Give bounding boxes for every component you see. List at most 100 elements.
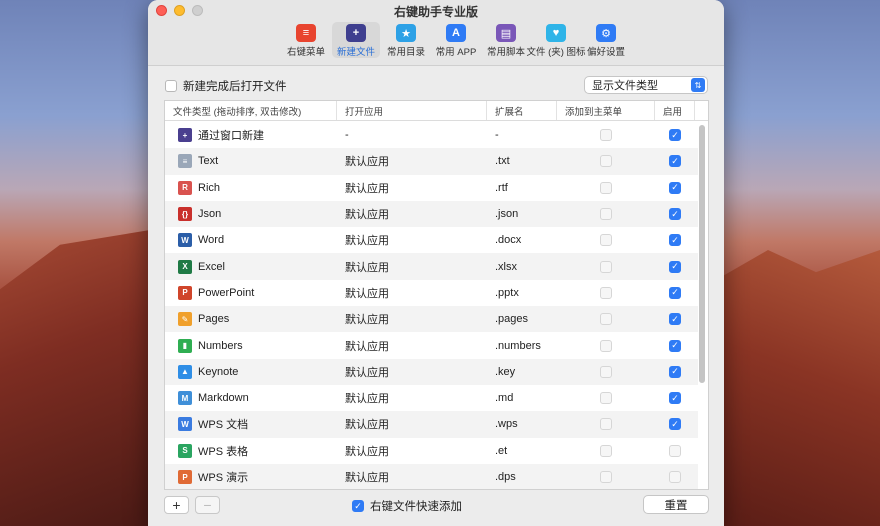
add-to-main-checkbox[interactable] [600, 234, 612, 247]
wps-slides-icon: P [178, 470, 192, 484]
table-row[interactable]: ✎ Pages 默认应用 .pages ✓ [165, 306, 698, 333]
file-type-name: Json [198, 208, 222, 221]
enabled-checkbox[interactable]: ✓ [669, 129, 681, 142]
enabled-checkbox[interactable]: ✓ [669, 392, 681, 405]
wps-doc-icon: W [178, 417, 192, 432]
enabled-checkbox[interactable]: ✓ [669, 208, 681, 221]
remove-button[interactable]: − [195, 496, 220, 514]
title-bar: 右键助手专业版 ≡ 右键菜单 + 新建文件 ★ 常用目录 A 常用 APP ▤ 常用脚本 ♥ 文件 (… [148, 0, 724, 66]
enabled-checkbox[interactable] [669, 444, 681, 457]
table-row[interactable]: {} Json 默认应用 .json ✓ [165, 200, 698, 228]
extension-cell: .pages [495, 313, 529, 326]
add-to-main-checkbox[interactable] [600, 155, 612, 168]
enabled-checkbox[interactable]: ✓ [669, 286, 681, 299]
enabled-checkbox[interactable] [669, 471, 681, 483]
enabled-checkbox[interactable]: ✓ [669, 181, 681, 194]
toolbar-tab-label: 右键菜单 [286, 47, 325, 58]
add-to-main-checkbox[interactable] [600, 181, 612, 194]
add-to-main-checkbox[interactable] [600, 471, 612, 483]
header-open-app[interactable]: 打开应用 [337, 101, 487, 120]
open-after-create-checkbox[interactable] [165, 80, 177, 92]
table-row[interactable]: P WPS 演示 默认应用 .dps [165, 463, 698, 489]
toolbar-tab-label: 常用脚本 [486, 47, 525, 58]
table-header: 文件类型 (拖动排序, 双击修改) 打开应用 扩展名 添加到主菜单 启用 [165, 101, 708, 121]
scrollbar-thumb[interactable] [699, 125, 705, 383]
toolbar-tab-1[interactable]: + 新建文件 [332, 22, 380, 58]
quick-add-label: 右键文件快速添加 [370, 501, 462, 513]
quick-add-option[interactable]: ✓ 右键文件快速添加 [352, 498, 462, 514]
extension-cell: .numbers [495, 339, 541, 352]
add-to-main-cell [557, 464, 655, 489]
window-title: 右键助手专业版 [393, 5, 478, 19]
add-to-main-cell [557, 332, 655, 358]
toolbar-tab-5[interactable]: ♥ 文件 (夹) 图标 [526, 22, 586, 58]
toolbar-tab-0[interactable]: ≡ 右键菜单 [282, 22, 330, 58]
table-row[interactable]: + 通过窗口新建 - - ✓ [165, 122, 698, 149]
display-select-value: 显示文件类型 [592, 80, 658, 92]
table-row[interactable]: ≡ Text 默认应用 .txt ✓ [165, 148, 698, 175]
add-to-main-checkbox[interactable] [600, 313, 612, 326]
table-row[interactable]: ▮ Numbers 默认应用 .numbers ✓ [165, 332, 698, 359]
header-file-type[interactable]: 文件类型 (拖动排序, 双击修改) [165, 101, 337, 120]
table-row[interactable]: W Word 默认应用 .docx ✓ [165, 227, 698, 254]
enabled-cell: ✓ [655, 175, 695, 201]
add-to-main-checkbox[interactable] [600, 339, 612, 352]
file-type-cell: W WPS 文档 [165, 411, 337, 437]
app-window: 右键助手专业版 ≡ 右键菜单 + 新建文件 ★ 常用目录 A 常用 APP ▤ 常用脚本 ♥ 文件 (… [148, 0, 724, 526]
file-type-name: 通过窗口新建 [198, 130, 264, 143]
table-row[interactable]: X Excel 默认应用 .xlsx ✓ [165, 253, 698, 280]
toolbar-tab-4[interactable]: ▤ 常用脚本 [482, 22, 530, 58]
extension-cell: .pptx [495, 286, 519, 299]
extension-cell: .dps [495, 471, 516, 483]
table-row[interactable]: W WPS 文档 默认应用 .wps ✓ [165, 411, 698, 438]
enabled-cell: ✓ [655, 253, 695, 279]
open-app-cell: 默认应用 [345, 182, 389, 195]
toolbar-tab-6[interactable]: ⚙ 偏好设置 [582, 22, 630, 58]
table-row[interactable]: R Rich 默认应用 .rtf ✓ [165, 174, 698, 201]
add-button[interactable]: + [164, 496, 189, 514]
enabled-checkbox[interactable]: ✓ [669, 234, 681, 247]
table-row[interactable]: ▲ Keynote 默认应用 .key ✓ [165, 358, 698, 385]
table-row[interactable]: P PowerPoint 默认应用 .pptx ✓ [165, 279, 698, 307]
add-to-main-checkbox[interactable] [600, 365, 612, 378]
add-to-main-cell [557, 438, 655, 464]
header-extension[interactable]: 扩展名 [487, 101, 557, 120]
toolbar-tab-2[interactable]: ★ 常用目录 [382, 22, 430, 58]
add-to-main-checkbox[interactable] [600, 392, 612, 405]
add-to-main-cell [557, 280, 655, 306]
add-to-main-checkbox[interactable] [600, 286, 612, 299]
header-add-to-main[interactable]: 添加到主菜单 [557, 101, 655, 120]
toolbar: ≡ 右键菜单 + 新建文件 ★ 常用目录 A 常用 APP ▤ 常用脚本 ♥ 文件 (夹) 图标 ⚙ 偏好… [148, 22, 724, 58]
enabled-checkbox[interactable]: ✓ [669, 313, 681, 326]
open-after-create-option[interactable]: 新建完成后打开文件 [165, 78, 287, 94]
reset-button[interactable]: 重置 [643, 495, 709, 514]
enabled-checkbox[interactable]: ✓ [669, 155, 681, 168]
add-to-main-checkbox[interactable] [600, 208, 612, 221]
script-icon: ▤ [496, 24, 516, 42]
enabled-cell: ✓ [655, 359, 695, 385]
file-type-cell: {} Json [165, 201, 337, 227]
keynote-icon: ▲ [178, 364, 192, 379]
table-row[interactable]: S WPS 表格 默认应用 .et [165, 437, 698, 464]
enabled-checkbox[interactable]: ✓ [669, 365, 681, 378]
quick-add-checkbox[interactable]: ✓ [352, 500, 364, 512]
extension-cell: .wps [495, 418, 518, 431]
file-type-name: WPS 表格 [198, 445, 249, 458]
toolbar-tab-label: 偏好设置 [586, 47, 625, 58]
enabled-checkbox[interactable]: ✓ [669, 418, 681, 431]
extension-cell: .json [495, 208, 519, 221]
add-to-main-checkbox[interactable] [600, 444, 612, 457]
add-to-main-checkbox[interactable] [600, 418, 612, 431]
add-to-main-checkbox[interactable] [600, 129, 612, 142]
enabled-cell: ✓ [655, 411, 695, 437]
table-row[interactable]: M Markdown 默认应用 .md ✓ [165, 384, 698, 412]
open-app-cell: 默认应用 [345, 445, 389, 458]
vertical-scrollbar[interactable] [698, 123, 706, 487]
enabled-checkbox[interactable]: ✓ [669, 339, 681, 352]
enabled-cell: ✓ [655, 227, 695, 253]
toolbar-tab-3[interactable]: A 常用 APP [432, 22, 480, 58]
add-to-main-checkbox[interactable] [600, 260, 612, 273]
header-enabled[interactable]: 启用 [655, 101, 695, 120]
display-select[interactable]: 显示文件类型 ⇅ [584, 76, 708, 94]
enabled-checkbox[interactable]: ✓ [669, 260, 681, 273]
